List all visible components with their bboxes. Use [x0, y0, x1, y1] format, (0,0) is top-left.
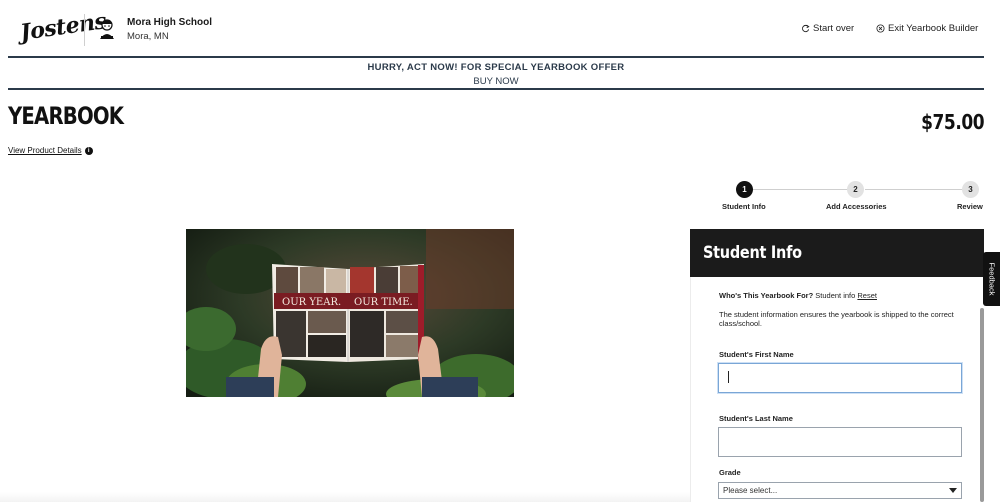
last-name-label: Student's Last Name: [719, 414, 793, 423]
promo-headline: HURRY, ACT NOW! FOR SPECIAL YEARBOOK OFF…: [367, 62, 625, 73]
info-icon: i: [84, 146, 93, 155]
page-bottom-edge: [0, 492, 690, 502]
last-name-input[interactable]: [718, 427, 962, 457]
yearbook-hero-image: OUR YEAR. OUR TIME.: [186, 229, 514, 397]
step-connector: [753, 189, 851, 190]
grade-label: Grade: [719, 468, 741, 477]
buy-now-link[interactable]: BUY NOW: [8, 76, 984, 87]
first-name-label: Student's First Name: [719, 350, 794, 359]
school-mascot-icon: [100, 19, 114, 39]
step-connector: [865, 189, 964, 190]
exit-yearbook-builder-button[interactable]: Exit Yearbook Builder: [876, 23, 978, 34]
student-info-title: Student Info: [703, 243, 802, 263]
header-divider: [84, 14, 85, 46]
caret-down-icon: [949, 488, 957, 493]
text-caret: [728, 371, 729, 383]
start-over-button[interactable]: Start over: [801, 23, 854, 34]
shipping-note: The student information ensures the year…: [719, 310, 954, 328]
step-3-label: Review: [957, 202, 983, 211]
feedback-label: Feedback: [987, 262, 996, 296]
hero-illustration: OUR YEAR. OUR TIME.: [186, 229, 514, 397]
close-circle-icon: [876, 24, 885, 33]
student-info-panel-header: Student Info: [690, 229, 984, 277]
feedback-tab[interactable]: Feedback: [983, 252, 1000, 306]
step-2-circle[interactable]: 2: [847, 181, 864, 198]
grade-selected-value: Please select...: [723, 486, 778, 495]
who-value: Student info: [815, 291, 856, 300]
form-scrollbar[interactable]: [980, 308, 984, 502]
progress-stepper: 1 Student Info 2 Add Accessories 3 Revie…: [720, 180, 990, 214]
hero-page-text-left: OUR YEAR.: [282, 297, 341, 308]
site-header: Jostens Mora High School Mora, MN Start …: [0, 0, 1000, 58]
hero-page-text-right: OUR TIME.: [354, 297, 413, 308]
view-product-details-link[interactable]: View Product Details i: [8, 146, 93, 155]
start-over-label: Start over: [813, 23, 855, 34]
exit-builder-label: Exit Yearbook Builder: [888, 23, 979, 34]
student-info-form: Who's This Yearbook For? Student info Re…: [690, 277, 984, 502]
first-name-input[interactable]: [718, 363, 962, 393]
refresh-icon: [802, 24, 810, 33]
school-location: Mora, MN: [127, 31, 169, 42]
product-price: $75.00: [920, 110, 984, 134]
step-1-circle[interactable]: 1: [736, 181, 753, 198]
promo-banner: HURRY, ACT NOW! FOR SPECIAL YEARBOOK OFF…: [8, 56, 984, 90]
yearbook-recipient-line: Who's This Yearbook For? Student info Re…: [719, 291, 877, 300]
step-3-circle[interactable]: 3: [962, 181, 979, 198]
product-title: YEARBOOK: [8, 102, 124, 130]
view-details-label: View Product Details: [8, 146, 82, 155]
step-1-label: Student Info: [722, 202, 766, 211]
school-name: Mora High School: [127, 17, 212, 28]
who-question: Who's This Yearbook For?: [719, 291, 814, 300]
grade-select[interactable]: Please select...: [718, 482, 962, 499]
step-2-label: Add Accessories: [826, 202, 887, 211]
jostens-logo[interactable]: Jostens: [19, 8, 108, 46]
reset-link[interactable]: Reset: [857, 291, 877, 300]
